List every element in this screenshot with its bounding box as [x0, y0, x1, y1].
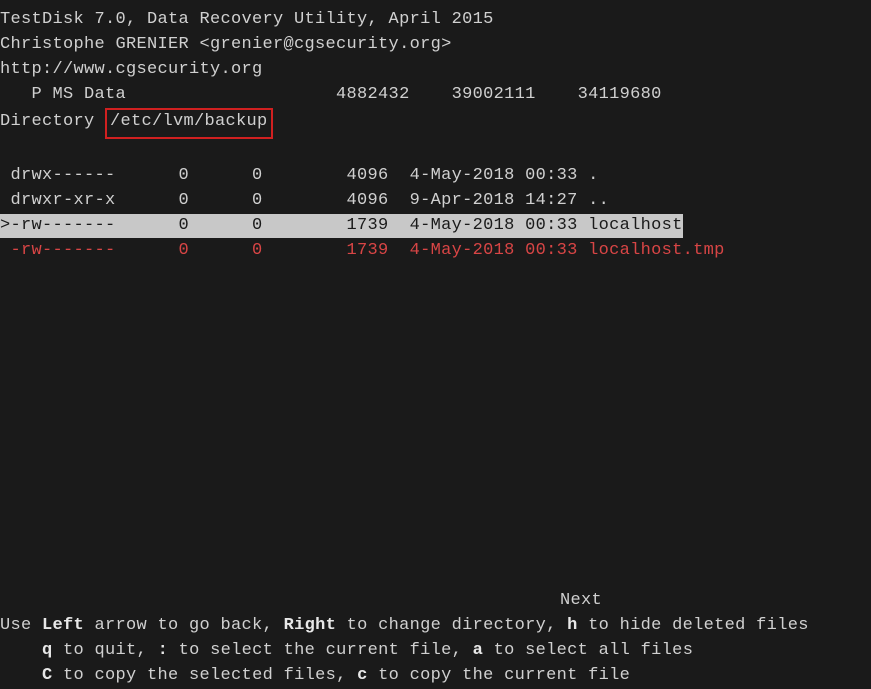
key-C: C	[42, 666, 53, 685]
key-q: q	[42, 641, 53, 660]
blank	[0, 289, 871, 314]
blank	[0, 439, 871, 464]
key-right: Right	[284, 616, 337, 635]
directory-label: Directory	[0, 112, 95, 131]
blank	[0, 389, 871, 414]
blank	[0, 264, 871, 289]
blank	[0, 464, 871, 489]
blank	[0, 314, 871, 339]
key-colon: :	[158, 641, 169, 660]
blank	[0, 539, 871, 564]
blank	[0, 514, 871, 539]
directory-path: /etc/lvm/backup	[105, 108, 273, 139]
next-page[interactable]: Next	[0, 589, 871, 614]
help-line-2: q to quit, : to select the current file,…	[0, 639, 871, 664]
blank	[0, 564, 871, 589]
blank	[0, 414, 871, 439]
key-c: c	[357, 666, 368, 685]
partition-info: P MS Data 4882432 39002111 34119680	[0, 83, 871, 108]
key-h: h	[567, 616, 578, 635]
help-line-1: Use Left arrow to go back, Right to chan…	[0, 614, 871, 639]
blank	[0, 489, 871, 514]
key-left: Left	[42, 616, 84, 635]
file-list[interactable]: drwx------ 0 0 4096 4-May-2018 00:33 . d…	[0, 164, 871, 264]
file-row[interactable]: >-rw------- 0 0 1739 4-May-2018 00:33 lo…	[0, 214, 871, 239]
blank	[0, 339, 871, 364]
directory-line: Directory /etc/lvm/backup	[0, 108, 871, 139]
app-author: Christophe GRENIER <grenier@cgsecurity.o…	[0, 33, 871, 58]
file-row[interactable]: drwxr-xr-x 0 0 4096 9-Apr-2018 14:27 ..	[0, 189, 871, 214]
help-line-3: C to copy the selected files, c to copy …	[0, 664, 871, 689]
blank	[0, 139, 871, 164]
file-row[interactable]: drwx------ 0 0 4096 4-May-2018 00:33 .	[0, 164, 871, 189]
key-a: a	[473, 641, 484, 660]
blank	[0, 364, 871, 389]
file-row[interactable]: -rw------- 0 0 1739 4-May-2018 00:33 loc…	[0, 239, 871, 264]
app-url: http://www.cgsecurity.org	[0, 58, 871, 83]
app-title: TestDisk 7.0, Data Recovery Utility, Apr…	[0, 8, 871, 33]
